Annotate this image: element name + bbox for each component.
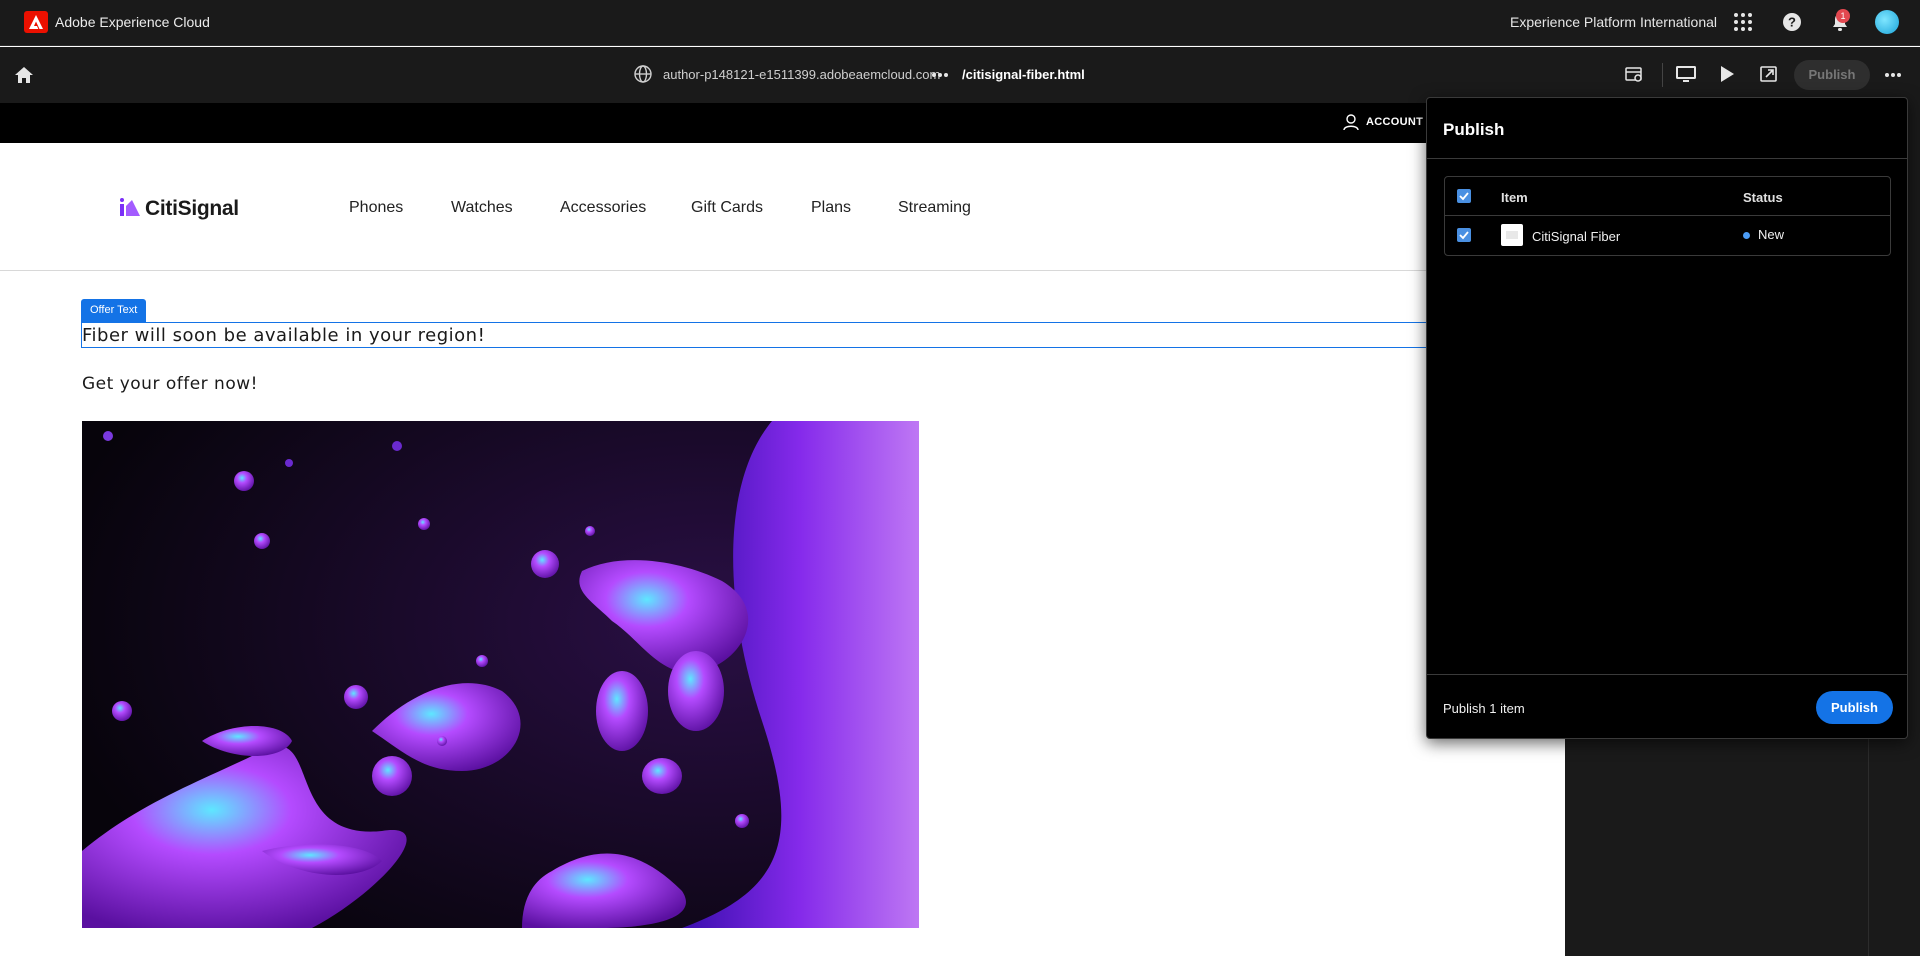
adobe-logo-icon[interactable] xyxy=(24,11,48,33)
site-logo-text[interactable]: CitiSignal xyxy=(145,197,239,221)
more-dots-icon[interactable] xyxy=(931,66,949,89)
item-name: CitiSignal Fiber xyxy=(1532,229,1621,244)
citisignal-logo-icon[interactable] xyxy=(120,198,142,223)
page-path[interactable]: /citisignal-fiber.html xyxy=(962,67,1085,82)
site-navigation: CitiSignal Phones Watches Accessories Gi… xyxy=(0,143,1565,271)
author-host[interactable]: author-p148121-e1511399.adobeaemcloud.co… xyxy=(663,67,940,82)
open-page-icon[interactable] xyxy=(1759,64,1779,89)
nav-gift-cards[interactable]: Gift Cards xyxy=(691,199,763,217)
panel-footer-divider xyxy=(1427,674,1907,675)
status-badge: New xyxy=(1758,227,1785,242)
org-switcher[interactable]: Experience Platform International xyxy=(1510,14,1717,30)
column-header-status[interactable]: Status xyxy=(1743,190,1783,205)
page-thumbnail xyxy=(1501,224,1523,246)
publish-button[interactable]: Publish xyxy=(1816,691,1893,724)
offer-text[interactable]: Fiber will soon be available in your reg… xyxy=(82,325,485,346)
nav-watches[interactable]: Watches xyxy=(451,199,513,217)
notification-badge: 1 xyxy=(1836,9,1850,23)
nav-phones[interactable]: Phones xyxy=(349,199,403,217)
nav-accessories[interactable]: Accessories xyxy=(560,199,646,217)
editor-toolbar: author-p148121-e1511399.adobeaemcloud.co… xyxy=(0,47,1920,103)
column-header-item[interactable]: Item xyxy=(1501,190,1528,205)
row-checkbox[interactable] xyxy=(1457,228,1471,242)
publish-count: Publish 1 item xyxy=(1443,701,1525,716)
select-all-checkbox[interactable] xyxy=(1457,189,1471,203)
globe-icon xyxy=(633,64,653,89)
avatar[interactable] xyxy=(1875,10,1899,34)
properties-icon[interactable] xyxy=(1624,64,1644,89)
account-link[interactable]: ACCOUNT xyxy=(1366,116,1423,128)
apps-grid-icon[interactable] xyxy=(1733,12,1755,34)
help-icon[interactable]: ? xyxy=(1782,12,1804,34)
brand-title[interactable]: Adobe Experience Cloud xyxy=(55,14,210,30)
page-content: Offer Text Fiber will soon be available … xyxy=(0,272,1571,956)
user-icon xyxy=(1342,113,1360,136)
publish-table: Item Status CitiSignal Fiber New xyxy=(1444,176,1891,256)
cta-text[interactable]: Get your offer now! xyxy=(82,374,258,394)
nav-plans[interactable]: Plans xyxy=(811,199,851,217)
table-divider xyxy=(1445,215,1890,216)
toolbar-divider xyxy=(1662,63,1663,87)
svg-text:?: ? xyxy=(1788,15,1796,30)
more-dots-icon[interactable] xyxy=(1884,66,1902,89)
panel-divider xyxy=(1427,158,1907,159)
publish-panel: Publish Item Status CitiSignal Fiber New… xyxy=(1426,97,1908,739)
desktop-icon[interactable] xyxy=(1675,64,1697,89)
component-label: Offer Text xyxy=(81,299,147,322)
toolbar-publish-button[interactable]: Publish xyxy=(1794,60,1870,90)
preview-play-icon[interactable] xyxy=(1718,64,1736,89)
home-icon[interactable] xyxy=(14,65,34,90)
site-top-bar: ACCOUNT xyxy=(0,103,1565,143)
panel-title: Publish xyxy=(1443,120,1505,139)
shell-header: Adobe Experience Cloud Experience Platfo… xyxy=(0,0,1920,46)
nav-streaming[interactable]: Streaming xyxy=(898,199,971,217)
hero-image[interactable] xyxy=(82,421,919,928)
status-dot xyxy=(1743,232,1750,239)
